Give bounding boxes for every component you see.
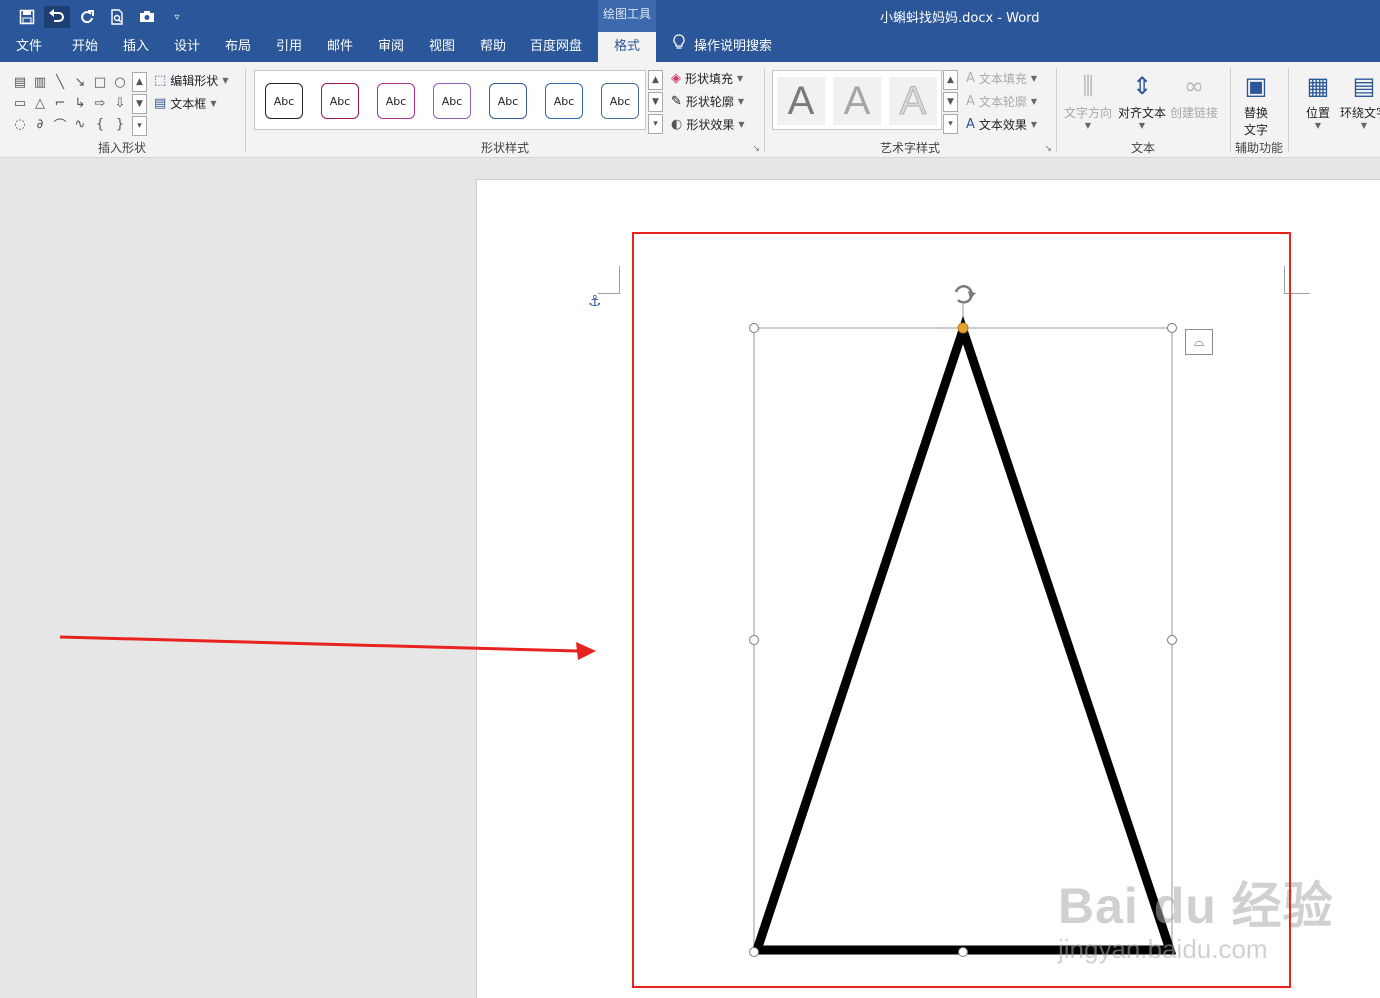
red-highlight-box xyxy=(632,232,1291,988)
red-arrow-annotation xyxy=(59,635,596,660)
